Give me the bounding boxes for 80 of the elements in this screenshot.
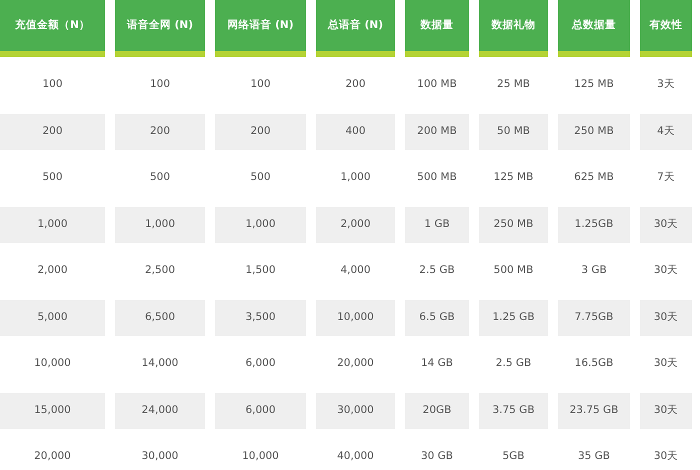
- table-cell-text: 500 MB: [416, 170, 458, 186]
- table-cell-text: 20,000: [336, 356, 375, 372]
- table-cell-text: 30 GB: [420, 449, 454, 464]
- table-cell-text: 625 MB: [573, 170, 615, 186]
- table-cell-text: 5GB: [501, 449, 526, 464]
- column-header: 网络语音 (N): [215, 0, 306, 57]
- table-cell-text: 500: [249, 170, 272, 186]
- table-cell: 30天: [640, 392, 692, 429]
- table-cell: 23.75 GB: [558, 392, 630, 429]
- table-cell-text: 40,000: [336, 449, 375, 464]
- table-cell-text: 100: [41, 77, 64, 92]
- table-cell: 20GB: [405, 392, 469, 429]
- table-cell-text: 20,000: [33, 449, 72, 464]
- table-cell: 30天: [640, 300, 692, 336]
- column-header: 总语音 (N): [316, 0, 395, 57]
- column-header: 语音全网 (N): [115, 0, 205, 57]
- table-cell: 200: [115, 114, 205, 150]
- table-cell: 250 MB: [558, 114, 630, 150]
- table-cell: 10,000: [316, 300, 395, 336]
- column-header: 有效性: [640, 0, 692, 57]
- table-cell: 1.25GB: [558, 206, 630, 243]
- table-cell: 1 GB: [405, 206, 469, 243]
- table-cell-text: 4,000: [339, 263, 372, 278]
- table-cell-text: 3天: [656, 77, 676, 92]
- column-header: 数据礼物: [479, 0, 548, 57]
- table-cell-text: 500: [41, 170, 64, 186]
- table-cell-text: 1,000: [339, 170, 372, 186]
- table-cell-text: 30,000: [140, 449, 180, 464]
- column-header: 充值金额（N）: [0, 0, 105, 57]
- table-cell: 200: [215, 114, 306, 150]
- table-cell: 6,500: [115, 300, 205, 336]
- table-cell-text: 100: [249, 77, 272, 92]
- table-cell-text: 35 GB: [576, 449, 612, 464]
- table-cell: 6.5 GB: [405, 300, 469, 336]
- table-cell-text: 14 GB: [420, 356, 454, 372]
- table-cell-text: 25 MB: [496, 77, 531, 92]
- table-cell-text: 100: [148, 77, 172, 92]
- table-cell-text: 10,000: [33, 356, 72, 372]
- table-cell: 1,000: [215, 206, 306, 243]
- table-cell: 30,000: [316, 392, 395, 429]
- table-cell-text: 2.5 GB: [418, 263, 456, 278]
- table-cell: 30天: [640, 206, 692, 243]
- column-header: 数据量: [405, 0, 469, 57]
- table-cell: 5,000: [0, 300, 105, 336]
- table-cell: 200: [0, 114, 105, 150]
- table-cell-text: 125 MB: [573, 77, 615, 92]
- table-cell: 7.75GB: [558, 300, 630, 336]
- table-cell-text: 2.5 GB: [494, 356, 532, 372]
- table-cell: 6,000: [215, 392, 306, 429]
- table-cell: 1.25 GB: [479, 300, 548, 336]
- table-cell-text: 6,000: [244, 356, 277, 372]
- table-cell: 1,000: [115, 206, 205, 243]
- table-cell: 15,000: [0, 392, 105, 429]
- column-header: 总数据量: [558, 0, 630, 57]
- table-cell: 2,000: [316, 206, 395, 243]
- table-cell-text: 200: [344, 77, 367, 92]
- table-cell-text: 2,500: [144, 263, 176, 278]
- table-cell: 1,000: [0, 206, 105, 243]
- table-cell: 3,500: [215, 300, 306, 336]
- table-cell-text: 10,000: [241, 449, 280, 464]
- table-cell-text: 7天: [656, 170, 676, 186]
- table-cell: 250 MB: [479, 206, 548, 243]
- table-cell-text: 30天: [652, 263, 680, 278]
- table-cell-text: 500: [148, 170, 172, 186]
- table-cell: 3.75 GB: [479, 392, 548, 429]
- table-cell: 24,000: [115, 392, 205, 429]
- table-cell-text: 14,000: [140, 356, 180, 372]
- table-cell-text: 16.5GB: [574, 356, 614, 372]
- table-cell-text: 100 MB: [416, 77, 458, 92]
- table-cell-text: 1,500: [244, 263, 277, 278]
- table-cell: 200 MB: [405, 114, 469, 150]
- table-cell-text: 30天: [652, 449, 680, 464]
- table-cell-text: 30天: [652, 356, 680, 372]
- table-cell-text: 500 MB: [492, 263, 534, 278]
- table-cell: 4天: [640, 114, 692, 150]
- table-cell: 400: [316, 114, 395, 150]
- table-cell-text: 125 MB: [492, 170, 534, 186]
- table-cell-text: 2,000: [36, 263, 69, 278]
- table-cell: 50 MB: [479, 114, 548, 150]
- table-cell-text: 3 GB: [580, 263, 608, 278]
